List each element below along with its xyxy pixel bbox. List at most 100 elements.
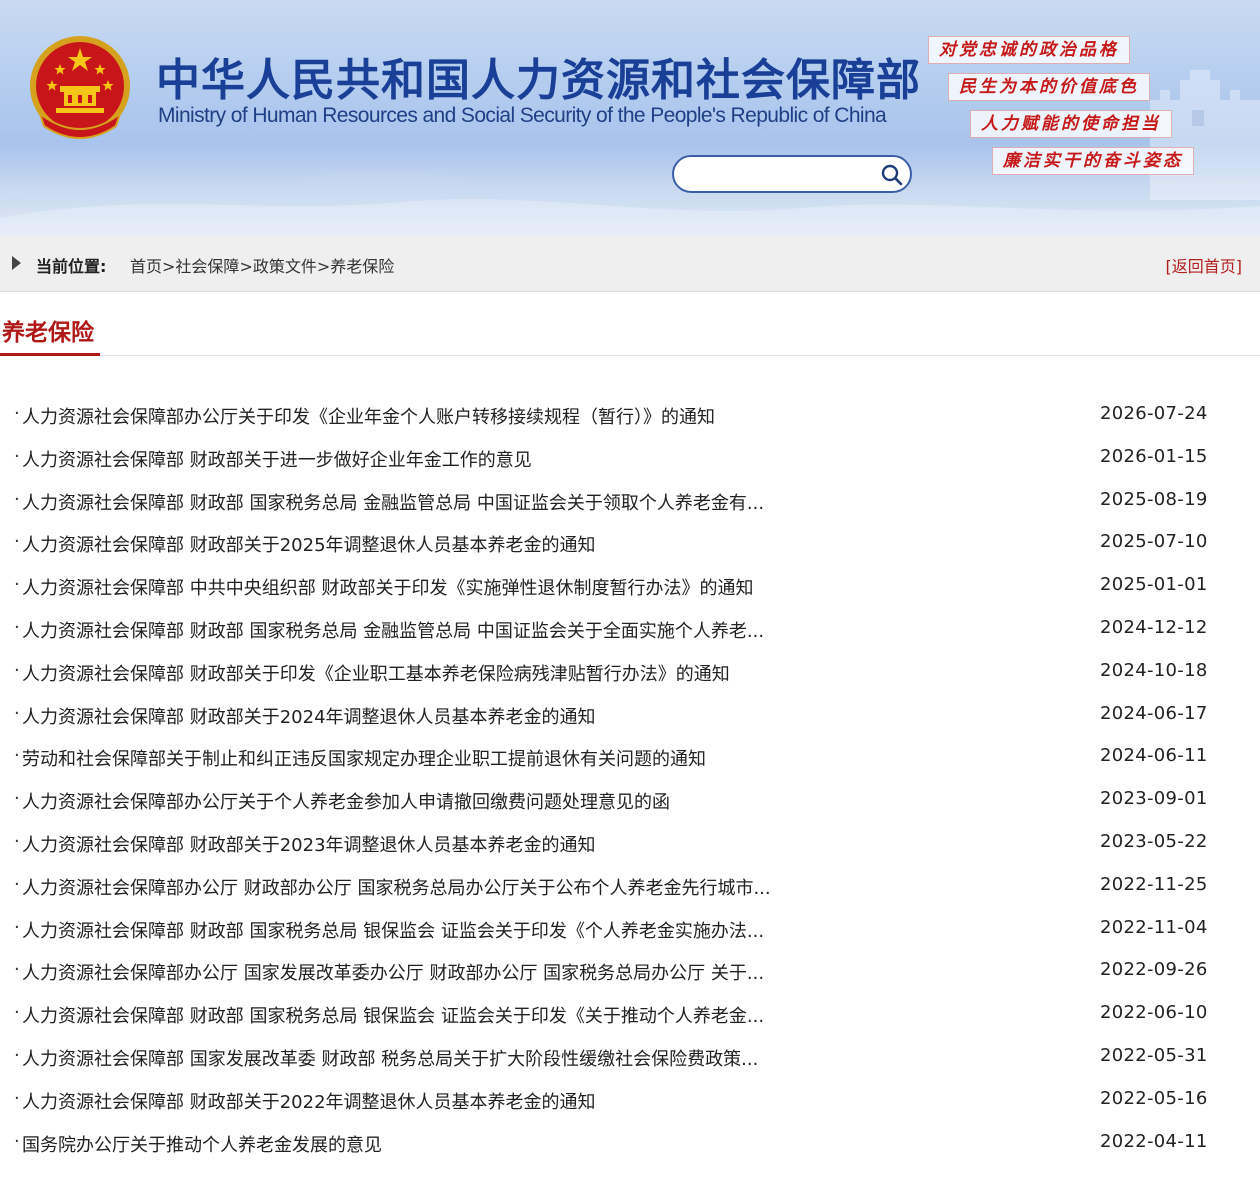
list-item[interactable]: · 人力资源社会保障部办公厅关于印发《企业年金个人账户转移接续规程（暂行）》的通知…	[0, 393, 1260, 436]
breadcrumb-separator: >	[162, 257, 176, 276]
list-item[interactable]: · 人力资源社会保障部 财政部关于2022年调整退休人员基本养老金的通知 2022-…	[0, 1078, 1260, 1121]
search-box[interactable]	[672, 155, 912, 193]
breadcrumb-separator: >	[316, 257, 331, 276]
list-item-title[interactable]: 人力资源社会保障部 财政部关于进一步做好企业年金工作的意见	[22, 446, 532, 472]
bullet-icon: ·	[14, 788, 20, 810]
triangle-right-icon	[12, 256, 21, 270]
list-item-title[interactable]: 人力资源社会保障部 国家发展改革委 财政部 税务总局关于扩大阶段性缓缴社会保险费…	[22, 1045, 758, 1071]
bullet-icon: ·	[14, 616, 20, 638]
list-item[interactable]: · 国务院办公厅关于推动个人养老金发展的意见 2022-04-11	[0, 1121, 1260, 1164]
list-item-title[interactable]: 人力资源社会保障部 中共中央组织部 财政部关于印发《实施弹性退休制度暂行办法》的…	[22, 574, 753, 600]
bullet-icon: ·	[14, 830, 20, 852]
list-item-title[interactable]: 国务院办公厅关于推动个人养老金发展的意见	[22, 1131, 382, 1157]
return-home-link[interactable]: [返回首页]	[1166, 253, 1243, 277]
list-item-date: 2024-06-11	[1100, 745, 1208, 767]
list-item[interactable]: · 人力资源社会保障部办公厅关于个人养老金参加人申请撤回缴费问题处理意见的函 202…	[0, 778, 1260, 821]
bullet-icon: ·	[14, 1130, 20, 1152]
list-item-title[interactable]: 劳动和社会保障部关于制止和纠正违反国家规定办理企业职工提前退休有关问题的通知	[22, 745, 706, 771]
bullet-icon: ·	[14, 873, 20, 895]
list-item[interactable]: · 人力资源社会保障部 财政部 国家税务总局 金融监管总局 中国证监会关于全面实施…	[0, 607, 1260, 650]
list-item-title[interactable]: 人力资源社会保障部 财政部关于2022年调整退休人员基本养老金的通知	[22, 1088, 596, 1114]
bullet-icon: ·	[14, 1087, 20, 1109]
breadcrumb-item-social-security[interactable]: 社会保障	[175, 257, 239, 276]
list-item[interactable]: · 人力资源社会保障部 财政部关于2025年调整退休人员基本养老金的通知 2025-…	[0, 521, 1260, 564]
bullet-icon: ·	[14, 916, 20, 938]
list-item[interactable]: · 人力资源社会保障部 财政部关于印发《企业职工基本养老保险病残津贴暂行办法》的通…	[0, 650, 1260, 693]
list-item-title[interactable]: 人力资源社会保障部 财政部关于2023年调整退休人员基本养老金的通知	[22, 831, 596, 857]
bullet-icon: ·	[14, 488, 20, 510]
list-item[interactable]: · 人力资源社会保障部 财政部关于2023年调整退休人员基本养老金的通知 2023-…	[0, 821, 1260, 864]
document-list: · 人力资源社会保障部办公厅关于印发《企业年金个人账户转移接续规程（暂行）》的通知…	[0, 393, 1260, 1163]
header-banner: 中华人民共和国人力资源和社会保障部 Ministry of Human Reso…	[0, 0, 1260, 236]
ministry-en-title: Ministry of Human Resources and Social S…	[158, 104, 887, 127]
bullet-icon: ·	[14, 745, 20, 767]
list-item-title[interactable]: 人力资源社会保障部 财政部关于印发《企业职工基本养老保险病残津贴暂行办法》的通知	[22, 660, 730, 686]
list-item-date: 2026-01-15	[1100, 445, 1208, 467]
list-item-title[interactable]: 人力资源社会保障部办公厅关于印发《企业年金个人账户转移接续规程（暂行）》的通知	[22, 403, 715, 429]
list-item-date: 2025-07-10	[1100, 531, 1208, 553]
bullet-icon: ·	[14, 403, 20, 424]
list-item[interactable]: · 劳动和社会保障部关于制止和纠正违反国家规定办理企业职工提前退休有关问题的通知 2…	[0, 735, 1260, 778]
section-title: 养老保险	[2, 320, 94, 346]
list-item[interactable]: · 人力资源社会保障部 财政部关于进一步做好企业年金工作的意见 2026-01-15	[0, 436, 1260, 479]
section-title-underline	[0, 353, 100, 356]
list-item[interactable]: · 人力资源社会保障部 财政部 国家税务总局 银保监会 证监会关于印发《关于推动个…	[0, 992, 1260, 1035]
bullet-icon: ·	[14, 1044, 20, 1066]
list-item[interactable]: · 人力资源社会保障部 国家发展改革委 财政部 税务总局关于扩大阶段性缓缴社会保险…	[0, 1035, 1260, 1078]
list-item-date: 2023-05-22	[1100, 830, 1208, 852]
list-item-date: 2022-09-26	[1100, 959, 1208, 981]
search-icon[interactable]	[880, 163, 904, 187]
list-item-date: 2024-06-17	[1100, 702, 1208, 724]
list-item-title[interactable]: 人力资源社会保障部办公厅 国家发展改革委办公厅 财政部办公厅 国家税务总局办公厅…	[22, 959, 764, 985]
list-item-date: 2024-12-12	[1100, 616, 1208, 638]
list-item-title[interactable]: 人力资源社会保障部 财政部关于2024年调整退休人员基本养老金的通知	[22, 703, 596, 729]
cutoff-list-item	[0, 1168, 1260, 1177]
national-emblem-icon	[30, 36, 130, 139]
list-item-title[interactable]: 人力资源社会保障部 财政部 国家税务总局 金融监管总局 中国证监会关于全面实施个…	[22, 617, 764, 643]
breadcrumb-item-policy-docs[interactable]: 政策文件	[253, 257, 317, 276]
list-item[interactable]: · 人力资源社会保障部 中共中央组织部 财政部关于印发《实施弹性退休制度暂行办法》…	[0, 564, 1260, 607]
list-item-date: 2024-10-18	[1100, 659, 1208, 681]
list-item-title[interactable]: 人力资源社会保障部 财政部关于2025年调整退休人员基本养老金的通知	[22, 531, 596, 557]
list-item-title[interactable]: 人力资源社会保障部 财政部 国家税务总局 银保监会 证监会关于印发《个人养老金实…	[22, 917, 764, 943]
bullet-icon: ·	[14, 659, 20, 681]
list-item-title[interactable]: 人力资源社会保障部办公厅 财政部办公厅 国家税务总局办公厅关于公布个人养老金先行…	[22, 874, 771, 900]
bullet-icon: ·	[14, 959, 20, 981]
list-item-date: 2022-11-04	[1100, 916, 1208, 938]
bullet-icon: ·	[14, 1002, 20, 1024]
breadcrumb-item-pension[interactable]: 养老保险	[330, 257, 394, 276]
list-item[interactable]: · 人力资源社会保障部办公厅 财政部办公厅 国家税务总局办公厅关于公布个人养老金先…	[0, 864, 1260, 907]
list-item-date: 2022-06-10	[1100, 1002, 1208, 1024]
breadcrumb: 当前位置: 首页>社会保障>政策文件>养老保险 [返回首页]	[0, 236, 1260, 292]
list-item[interactable]: · 人力资源社会保障部 财政部 国家税务总局 银保监会 证监会关于印发《个人养老金…	[0, 907, 1260, 950]
list-item-date: 2022-11-25	[1100, 873, 1208, 895]
bullet-icon: ·	[14, 702, 20, 724]
list-item-title[interactable]: 人力资源社会保障部 财政部 国家税务总局 银保监会 证监会关于印发《关于推动个人…	[22, 1002, 764, 1028]
section-divider	[0, 355, 1260, 356]
slogan-2: 民生为本的价值底色	[948, 73, 1150, 101]
bullet-icon: ·	[14, 445, 20, 467]
list-item[interactable]: · 人力资源社会保障部办公厅 国家发展改革委办公厅 财政部办公厅 国家税务总局办公…	[0, 949, 1260, 992]
slogan-group: 对党忠诚的政治品格 民生为本的价值底色 人力赋能的使命担当 廉洁实干的奋斗姿态	[928, 36, 1228, 196]
list-item-date: 2026-07-24	[1100, 403, 1208, 424]
list-item-date: 2022-04-11	[1100, 1130, 1208, 1152]
list-item-date: 2025-01-01	[1100, 574, 1208, 596]
bullet-icon: ·	[14, 574, 20, 596]
breadcrumb-separator: >	[239, 257, 253, 276]
breadcrumb-item-home[interactable]: 首页	[130, 257, 162, 276]
breadcrumb-path: 首页>社会保障>政策文件>养老保险	[130, 253, 394, 277]
ministry-cn-title: 中华人民共和国人力资源和社会保障部	[156, 55, 921, 106]
list-item-date: 2022-05-31	[1100, 1044, 1208, 1066]
breadcrumb-label: 当前位置:	[36, 257, 107, 276]
list-item-date: 2023-09-01	[1100, 788, 1208, 810]
bullet-icon: ·	[14, 531, 20, 553]
list-item[interactable]: · 人力资源社会保障部 财政部关于2024年调整退休人员基本养老金的通知 2024-…	[0, 693, 1260, 736]
slogan-4: 廉洁实干的奋斗姿态	[992, 147, 1194, 175]
list-item[interactable]: · 人力资源社会保障部 财政部 国家税务总局 金融监管总局 中国证监会关于领取个人…	[0, 479, 1260, 522]
slogan-1: 对党忠诚的政治品格	[928, 36, 1130, 64]
list-item-date: 2022-05-16	[1100, 1087, 1208, 1109]
slogan-3: 人力赋能的使命担当	[970, 110, 1172, 138]
list-item-title[interactable]: 人力资源社会保障部 财政部 国家税务总局 金融监管总局 中国证监会关于领取个人养…	[22, 489, 764, 515]
search-input[interactable]	[688, 163, 878, 185]
list-item-title[interactable]: 人力资源社会保障部办公厅关于个人养老金参加人申请撤回缴费问题处理意见的函	[22, 788, 670, 814]
